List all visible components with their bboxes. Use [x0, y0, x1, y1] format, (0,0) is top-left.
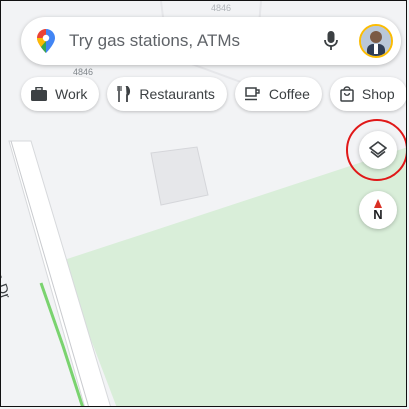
chip-work[interactable]: Work: [21, 77, 100, 111]
chip-label: Restaurants: [139, 86, 215, 102]
microphone-icon[interactable]: [323, 30, 339, 52]
highlight-ring: [346, 119, 406, 181]
profile-avatar[interactable]: [359, 24, 393, 58]
fork-knife-icon: [117, 86, 131, 102]
address-number: 4846: [73, 67, 94, 77]
map-view[interactable]: 4846 4846 Mason Dr Try gas stations, ATM…: [0, 0, 407, 407]
chip-label: Coffee: [268, 86, 310, 102]
search-input[interactable]: Try gas stations, ATMs: [69, 31, 323, 51]
category-chips: Work Restaurants Coffee Shop: [21, 77, 406, 111]
coffee-cup-icon: [244, 87, 260, 101]
chip-label: Shop: [361, 86, 395, 102]
maps-pin-icon: [37, 29, 55, 53]
compass-button[interactable]: N: [359, 191, 397, 229]
chip-coffee[interactable]: Coffee: [234, 77, 322, 111]
chip-shop[interactable]: Shop: [329, 77, 406, 111]
briefcase-icon: [31, 87, 47, 101]
shopping-bag-icon: [340, 86, 354, 102]
search-bar[interactable]: Try gas stations, ATMs: [21, 17, 401, 65]
chip-restaurants[interactable]: Restaurants: [107, 77, 227, 111]
building: [150, 146, 209, 206]
chip-label: Work: [55, 86, 88, 102]
address-number-top: 4846: [211, 3, 232, 13]
compass-letter: N: [373, 207, 383, 222]
park-area: [61, 147, 406, 406]
